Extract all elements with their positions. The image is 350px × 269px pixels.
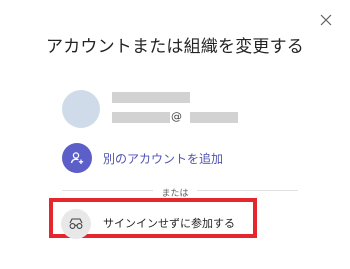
anonymous-glasses-icon	[61, 209, 91, 239]
add-account-button[interactable]: 別のアカウントを追加	[62, 143, 223, 173]
close-button[interactable]	[318, 12, 334, 28]
join-without-signin-label: サインインせずに参加する	[103, 217, 235, 230]
close-icon	[320, 14, 332, 26]
redacted-email-user	[112, 112, 170, 123]
add-account-label: 別のアカウントを追加	[103, 151, 224, 166]
dialog-title: アカウントまたは組織を変更する	[46, 37, 304, 57]
redacted-email-domain	[190, 112, 238, 123]
add-person-icon	[62, 143, 92, 173]
current-account[interactable]: @	[62, 90, 312, 130]
email-at-sign: @	[171, 110, 182, 123]
redacted-account-name	[112, 92, 190, 103]
avatar	[62, 90, 100, 128]
